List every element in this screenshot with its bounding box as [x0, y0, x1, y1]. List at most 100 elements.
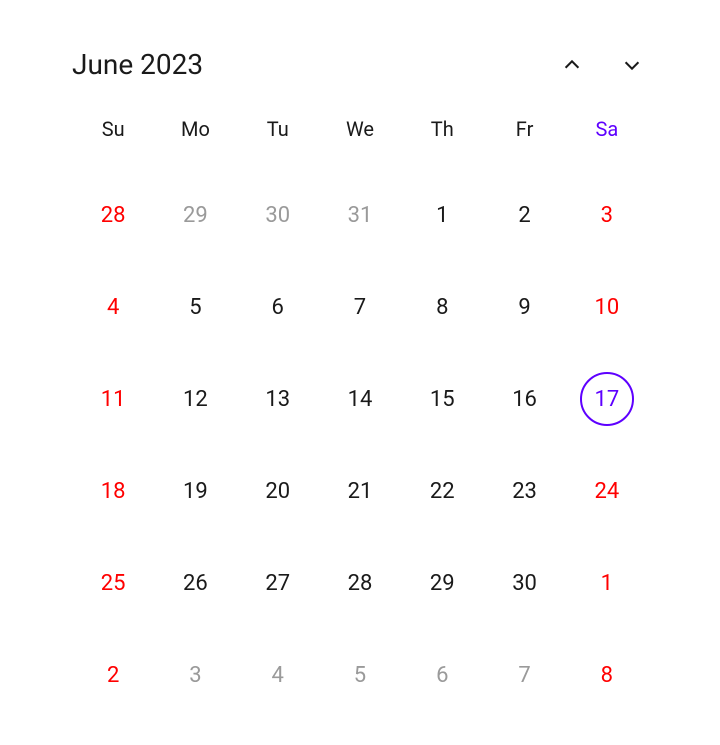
- day-header: Th: [401, 117, 483, 169]
- calendar-header: June 2023: [72, 48, 648, 81]
- day-number: 1: [601, 571, 613, 596]
- calendar-day[interactable]: 24: [566, 445, 648, 537]
- nav-buttons: [556, 49, 648, 81]
- day-number: 5: [354, 663, 366, 688]
- calendar-day[interactable]: 28: [319, 537, 401, 629]
- calendar-day[interactable]: 6: [237, 261, 319, 353]
- day-header: We: [319, 117, 401, 169]
- calendar-day[interactable]: 12: [154, 353, 236, 445]
- day-number: 20: [265, 479, 290, 504]
- day-number: 7: [518, 663, 530, 688]
- calendar-day[interactable]: 17: [566, 353, 648, 445]
- day-number: 13: [265, 387, 290, 412]
- day-number: 12: [183, 387, 208, 412]
- calendar-day[interactable]: 4: [72, 261, 154, 353]
- calendar-day[interactable]: 29: [401, 537, 483, 629]
- calendar-day[interactable]: 27: [237, 537, 319, 629]
- calendar-day[interactable]: 30: [483, 537, 565, 629]
- calendar-title: June 2023: [72, 48, 203, 81]
- calendar-day[interactable]: 1: [401, 169, 483, 261]
- day-number: 15: [430, 387, 455, 412]
- calendar-day[interactable]: 18: [72, 445, 154, 537]
- calendar-day[interactable]: 4: [237, 629, 319, 721]
- calendar-day[interactable]: 29: [154, 169, 236, 261]
- calendar-day[interactable]: 20: [237, 445, 319, 537]
- day-number: 8: [436, 295, 448, 320]
- day-number: 27: [265, 571, 290, 596]
- day-number: 2: [107, 663, 119, 688]
- chevron-up-icon: [561, 54, 583, 76]
- calendar-day[interactable]: 16: [483, 353, 565, 445]
- day-number: 5: [189, 295, 201, 320]
- day-number: 6: [436, 663, 448, 688]
- calendar-day[interactable]: 23: [483, 445, 565, 537]
- day-number: 2: [518, 203, 530, 228]
- day-number: 28: [348, 571, 373, 596]
- calendar-grid: SuMoTuWeThFrSa28293031123456789101112131…: [72, 117, 648, 721]
- calendar-day[interactable]: 11: [72, 353, 154, 445]
- day-header: Mo: [154, 117, 236, 169]
- calendar-day[interactable]: 7: [483, 629, 565, 721]
- chevron-down-icon: [621, 54, 643, 76]
- calendar-day[interactable]: 9: [483, 261, 565, 353]
- day-number: 24: [594, 479, 619, 504]
- calendar-day[interactable]: 8: [566, 629, 648, 721]
- day-number: 21: [348, 479, 373, 504]
- day-number: 16: [512, 387, 537, 412]
- day-header: Su: [72, 117, 154, 169]
- calendar-day[interactable]: 14: [319, 353, 401, 445]
- calendar-day[interactable]: 1: [566, 537, 648, 629]
- calendar-day[interactable]: 25: [72, 537, 154, 629]
- day-number: 4: [107, 295, 119, 320]
- day-number: 11: [101, 387, 126, 412]
- calendar-day[interactable]: 22: [401, 445, 483, 537]
- day-number: 8: [601, 663, 613, 688]
- calendar-day[interactable]: 28: [72, 169, 154, 261]
- day-number: 18: [101, 479, 126, 504]
- day-number: 31: [348, 203, 373, 228]
- calendar-day[interactable]: 8: [401, 261, 483, 353]
- day-number: 9: [518, 295, 530, 320]
- day-number: 29: [183, 203, 208, 228]
- calendar-day[interactable]: 3: [154, 629, 236, 721]
- day-number: 26: [183, 571, 208, 596]
- calendar-day[interactable]: 30: [237, 169, 319, 261]
- day-number: 30: [512, 571, 537, 596]
- calendar-day[interactable]: 31: [319, 169, 401, 261]
- calendar-day[interactable]: 5: [319, 629, 401, 721]
- day-header: Fr: [483, 117, 565, 169]
- calendar-day[interactable]: 10: [566, 261, 648, 353]
- calendar-day[interactable]: 13: [237, 353, 319, 445]
- day-number: 30: [265, 203, 290, 228]
- calendar: June 2023 SuMoTuWeThFrSa2829303112345678…: [72, 48, 648, 721]
- day-number: 3: [189, 663, 201, 688]
- calendar-day[interactable]: 26: [154, 537, 236, 629]
- day-number: 6: [272, 295, 284, 320]
- prev-month-button[interactable]: [556, 49, 588, 81]
- day-header: Sa: [566, 117, 648, 169]
- calendar-day[interactable]: 19: [154, 445, 236, 537]
- calendar-day[interactable]: 3: [566, 169, 648, 261]
- calendar-day[interactable]: 2: [72, 629, 154, 721]
- day-number: 22: [430, 479, 455, 504]
- calendar-day[interactable]: 7: [319, 261, 401, 353]
- calendar-day[interactable]: 21: [319, 445, 401, 537]
- day-number: 28: [101, 203, 126, 228]
- day-number: 17: [594, 387, 619, 412]
- day-header: Tu: [237, 117, 319, 169]
- day-number: 1: [436, 203, 448, 228]
- day-number: 10: [594, 295, 619, 320]
- calendar-day[interactable]: 15: [401, 353, 483, 445]
- next-month-button[interactable]: [616, 49, 648, 81]
- calendar-day[interactable]: 6: [401, 629, 483, 721]
- day-number: 3: [601, 203, 613, 228]
- calendar-day[interactable]: 2: [483, 169, 565, 261]
- day-number: 7: [354, 295, 366, 320]
- day-number: 4: [272, 663, 284, 688]
- day-number: 14: [348, 387, 373, 412]
- day-number: 23: [512, 479, 537, 504]
- day-number: 29: [430, 571, 455, 596]
- day-number: 19: [183, 479, 208, 504]
- calendar-day[interactable]: 5: [154, 261, 236, 353]
- day-number: 25: [101, 571, 126, 596]
